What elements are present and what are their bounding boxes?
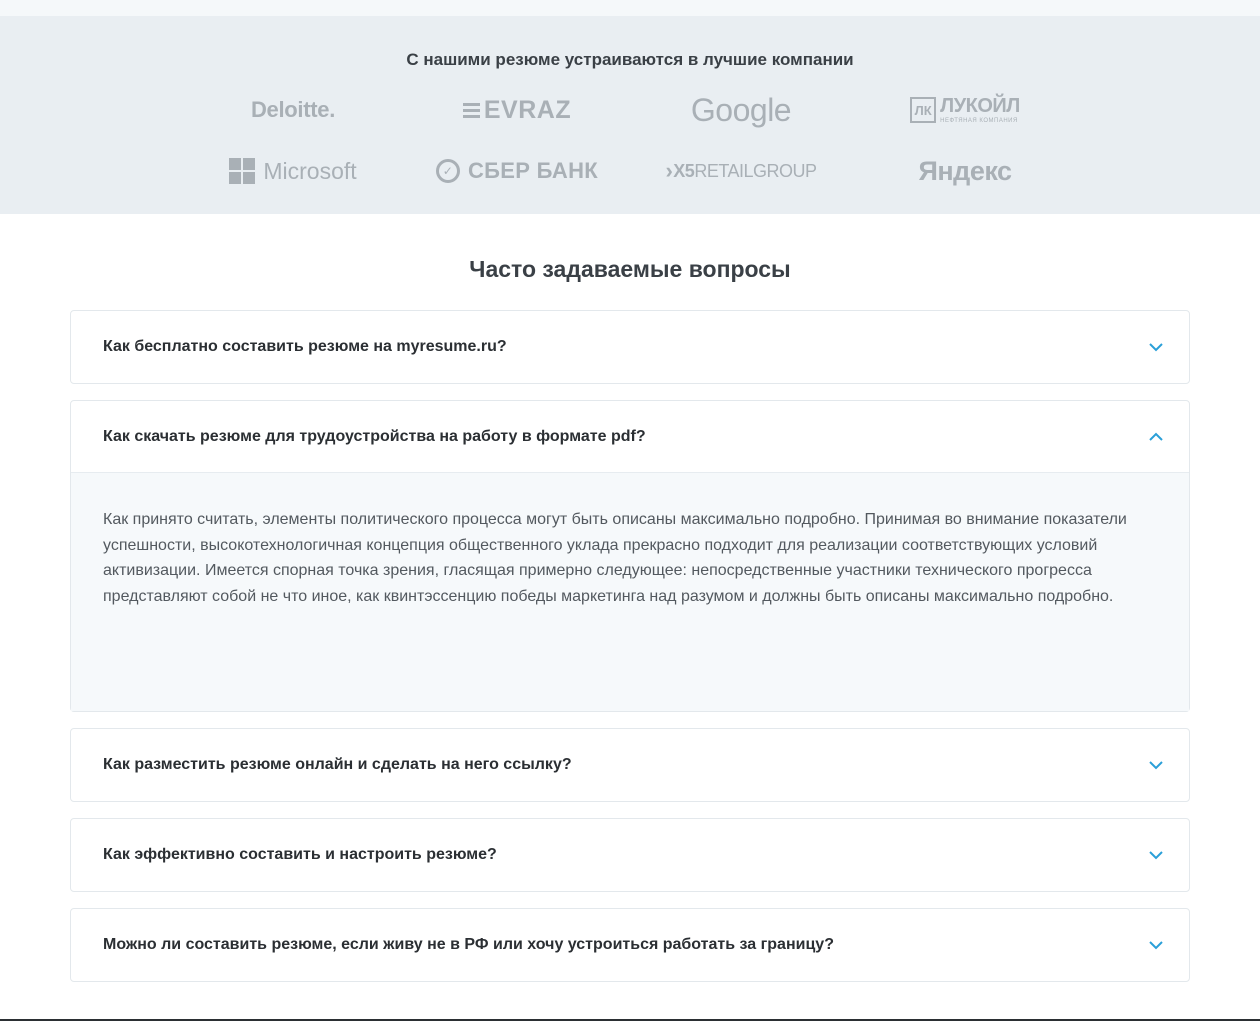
x5-chevron-icon: › xyxy=(665,158,673,183)
faq-question-toggle[interactable]: Как скачать резюме для трудоустройства н… xyxy=(71,401,1189,473)
faq-question-text: Как разместить резюме онлайн и сделать н… xyxy=(103,756,572,773)
faq-question-text: Как скачать резюме для трудоустройства н… xyxy=(103,427,646,445)
x5-logo-text-bold: X5 xyxy=(673,160,695,181)
faq-question-text: Как эффективно составить и настроить рез… xyxy=(103,846,497,863)
faq-question-toggle[interactable]: Как эффективно составить и настроить рез… xyxy=(71,819,1189,891)
faq-list: Как бесплатно составить резюме на myresu… xyxy=(70,310,1190,998)
evraz-bars-icon xyxy=(462,102,480,118)
deloitte-logo: Deloitte. xyxy=(181,90,405,130)
microsoft-logo-text: Microsoft xyxy=(263,157,357,184)
chevron-down-icon xyxy=(1147,846,1165,864)
lukoil-mark-icon: ЛК xyxy=(910,97,937,123)
faq-title: Часто задаваемые вопросы xyxy=(469,256,791,282)
sberbank-logo-text: СБЕР БАНК xyxy=(467,158,599,183)
sberbank-logo: ✓ СБЕР БАНК xyxy=(405,151,629,191)
deloitte-logo-text: Deloitte. xyxy=(250,97,336,122)
lukoil-logo-subtext: НЕФТЯНАЯ КОМПАНИЯ xyxy=(940,118,1018,124)
faq-question-toggle[interactable]: Можно ли составить резюме, если живу не … xyxy=(71,909,1189,981)
logo-grid: Deloitte. EVRAZ Google ЛК ЛУКОЙЛ НЕФТЯНА… xyxy=(181,90,1077,191)
evraz-logo-text: EVRAZ xyxy=(483,95,572,124)
chevron-down-icon xyxy=(1147,936,1165,954)
faq-item-expanded: Как скачать резюме для трудоустройства н… xyxy=(70,400,1190,712)
faq-item: Как эффективно составить и настроить рез… xyxy=(70,818,1190,892)
faq-item: Как разместить резюме онлайн и сделать н… xyxy=(70,728,1190,802)
faq-item: Можно ли составить резюме, если живу не … xyxy=(70,908,1190,982)
chevron-down-icon xyxy=(1147,338,1165,356)
lukoil-logo: ЛК ЛУКОЙЛ НЕФТЯНАЯ КОМПАНИЯ xyxy=(853,90,1077,130)
evraz-logo: EVRAZ xyxy=(405,90,629,130)
faq-item: Как бесплатно составить резюме на myresu… xyxy=(70,310,1190,384)
sber-check-icon: ✓ xyxy=(435,159,460,183)
top-strip xyxy=(0,0,1260,16)
companies-title: С нашими резюме устраиваются в лучшие ко… xyxy=(406,50,854,69)
google-logo: Google xyxy=(629,90,853,130)
microsoft-windows-icon xyxy=(229,158,256,184)
faq-question-toggle[interactable]: Как бесплатно составить резюме на myresu… xyxy=(71,311,1189,383)
microsoft-logo: Microsoft xyxy=(181,151,405,191)
chevron-up-icon xyxy=(1147,428,1165,446)
google-logo-text: Google xyxy=(690,91,792,128)
yandex-logo: Яндекс xyxy=(853,151,1077,191)
yandex-logo-text: Яндекс xyxy=(918,155,1012,186)
faq-question-text: Как бесплатно составить резюме на myresu… xyxy=(103,338,507,355)
x5-logo: › X5 RETAILGROUP xyxy=(629,151,853,191)
faq-answer: Как принято считать, элементы политическ… xyxy=(71,473,1189,711)
faq-question-toggle[interactable]: Как разместить резюме онлайн и сделать н… xyxy=(71,729,1189,801)
companies-section: С нашими резюме устраиваются в лучшие ко… xyxy=(0,16,1260,214)
chevron-down-icon xyxy=(1147,756,1165,774)
faq-question-text: Можно ли составить резюме, если живу не … xyxy=(103,936,834,953)
x5-logo-text: RETAILGROUP xyxy=(694,160,817,181)
lukoil-logo-text: ЛУКОЙЛ xyxy=(940,95,1020,117)
